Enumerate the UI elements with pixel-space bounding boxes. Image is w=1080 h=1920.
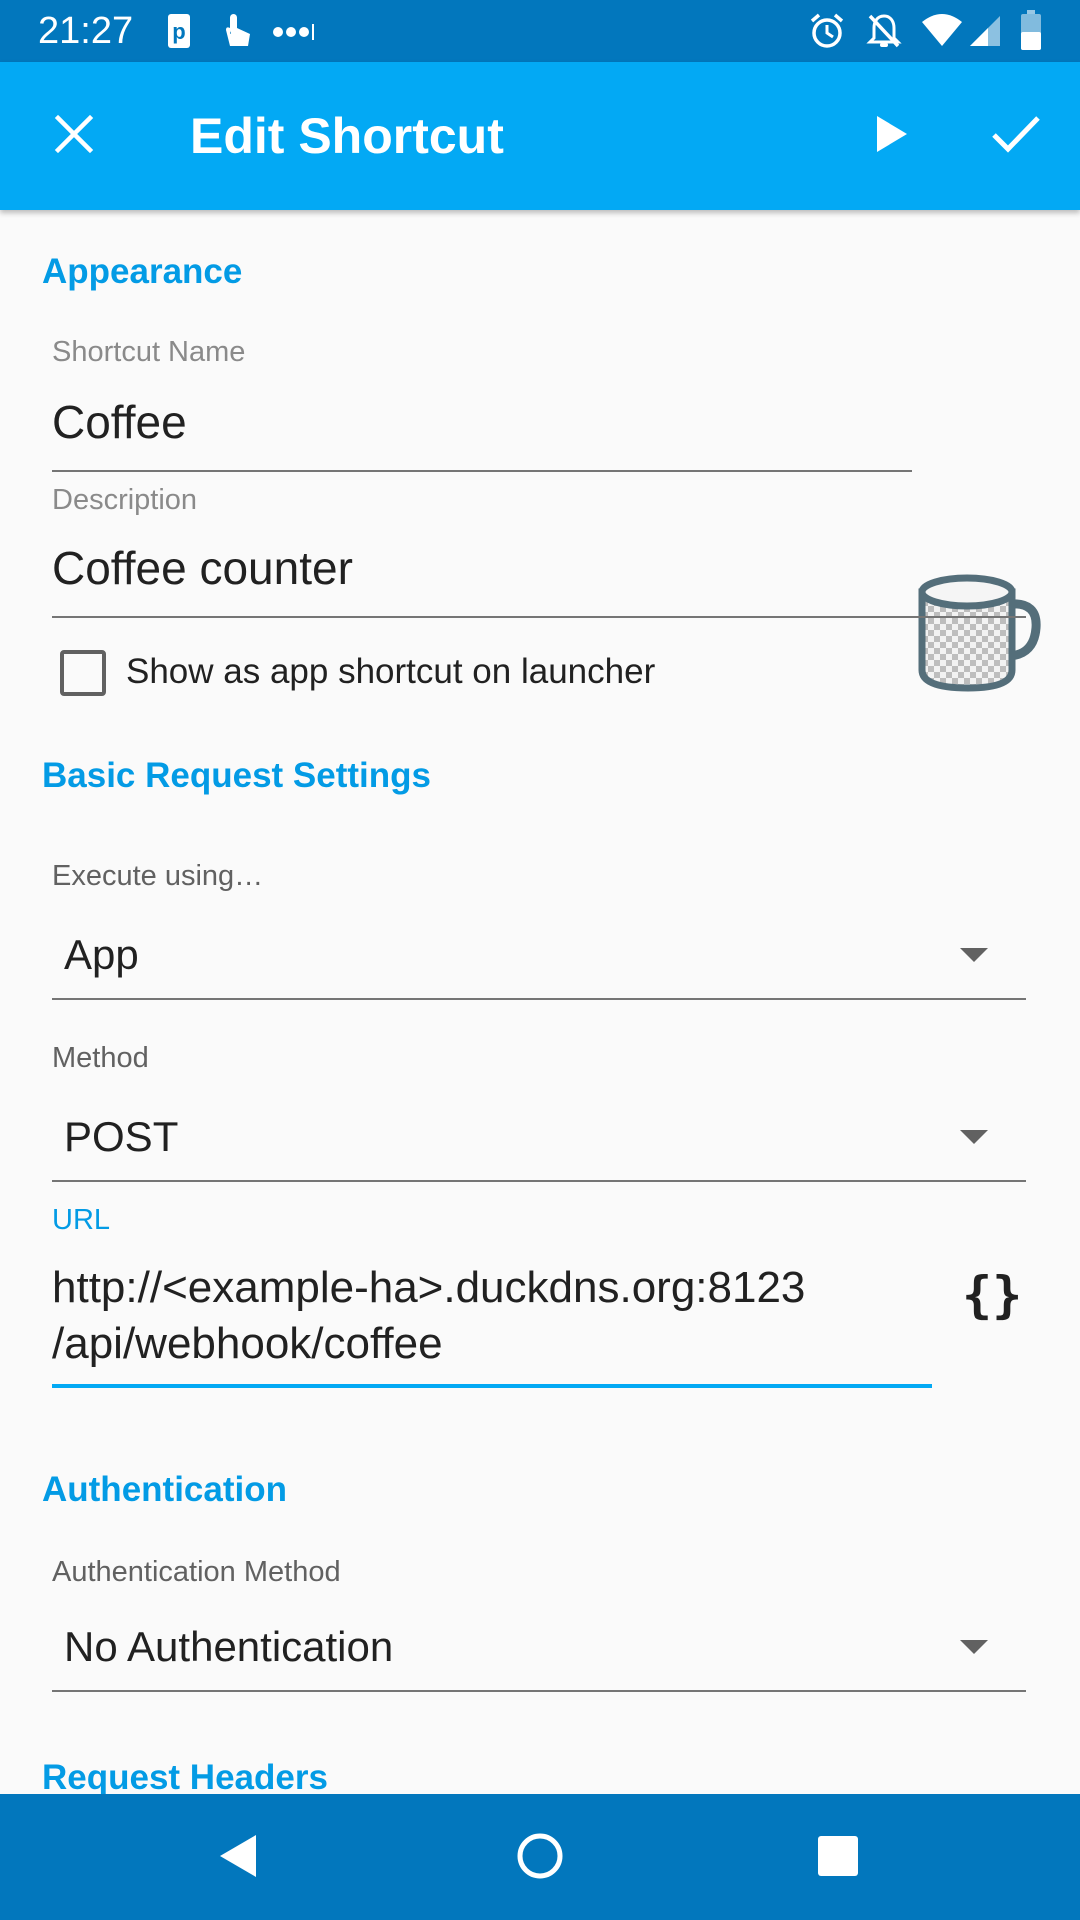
- description-value: Coffee counter: [52, 542, 353, 594]
- more-notifications-icon: [272, 22, 316, 46]
- parking-icon: p: [166, 12, 192, 54]
- url-line-1: http://<example-ha>.duckdns.org:8123: [52, 1263, 806, 1312]
- execute-using-label: Execute using…: [52, 860, 264, 892]
- cellular-signal-icon: [968, 12, 1002, 52]
- auth-method-label: Authentication Method: [52, 1556, 341, 1588]
- check-icon: [991, 114, 1041, 158]
- section-request-headers: Request Headers: [42, 1758, 328, 1794]
- auth-method-dropdown[interactable]: No Authentication: [52, 1614, 1026, 1692]
- save-button[interactable]: [978, 98, 1054, 174]
- section-appearance: Appearance: [42, 252, 243, 291]
- navigation-bar: [0, 1794, 1080, 1920]
- url-line-2: /api/webhook/coffee: [52, 1319, 443, 1368]
- dropdown-arrow-icon: [960, 948, 988, 962]
- close-icon: [54, 114, 94, 158]
- play-icon: [875, 114, 909, 158]
- page-title: Edit Shortcut: [190, 108, 504, 164]
- url-input[interactable]: http://<example-ha>.duckdns.org:8123 /ap…: [52, 1260, 932, 1388]
- section-authentication: Authentication: [42, 1470, 287, 1509]
- description-label: Description: [52, 484, 198, 516]
- svg-text:p: p: [172, 19, 185, 44]
- launcher-shortcut-checkbox[interactable]: [60, 650, 106, 696]
- dropdown-arrow-icon: [960, 1130, 988, 1144]
- status-time: 21:27: [38, 10, 134, 52]
- close-button[interactable]: [36, 98, 112, 174]
- run-button[interactable]: [854, 98, 930, 174]
- launcher-shortcut-label[interactable]: Show as app shortcut on launcher: [126, 652, 655, 692]
- app-bar: Edit Shortcut: [0, 62, 1080, 210]
- home-icon: [516, 1832, 564, 1884]
- method-value: POST: [64, 1113, 179, 1160]
- battery-icon: [1020, 10, 1042, 56]
- execute-using-value: App: [64, 931, 139, 978]
- edit-shortcut-form[interactable]: Appearance Shortcut Name Coffee Descript…: [0, 210, 1080, 1794]
- status-bar: 21:27 p: [0, 0, 1080, 62]
- wifi-icon: [920, 12, 964, 52]
- notifications-off-icon: [866, 12, 902, 54]
- shortcut-name-value: Coffee: [52, 396, 187, 448]
- execute-using-dropdown[interactable]: App: [52, 922, 1026, 1000]
- dropdown-arrow-icon: [960, 1640, 988, 1654]
- recents-icon: [817, 1835, 859, 1881]
- home-button[interactable]: [504, 1822, 576, 1894]
- section-basic-request: Basic Request Settings: [42, 756, 431, 795]
- touch-icon: [220, 12, 254, 54]
- variables-button[interactable]: {}: [962, 1266, 1022, 1324]
- shortcut-name-input[interactable]: Coffee: [52, 394, 912, 472]
- back-icon: [216, 1833, 260, 1883]
- shortcut-name-label: Shortcut Name: [52, 336, 246, 368]
- back-button[interactable]: [202, 1822, 274, 1894]
- coffee-mug-icon: [916, 574, 1042, 698]
- method-label: Method: [52, 1042, 149, 1074]
- recents-button[interactable]: [802, 1822, 874, 1894]
- method-dropdown[interactable]: POST: [52, 1104, 1026, 1182]
- url-label: URL: [52, 1204, 111, 1236]
- description-input[interactable]: Coffee counter: [52, 540, 1026, 618]
- alarm-icon: [808, 12, 846, 54]
- auth-method-value: No Authentication: [64, 1623, 394, 1670]
